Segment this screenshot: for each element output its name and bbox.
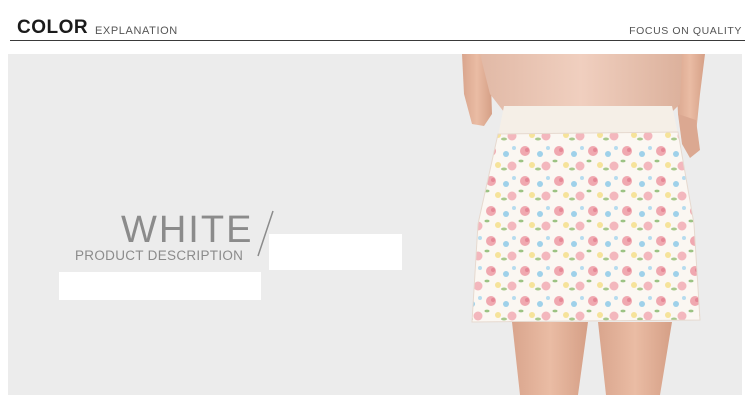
color-panel: WHITE PRODUCT DESCRIPTION	[8, 54, 742, 395]
section-subtitle: EXPLANATION	[95, 25, 178, 37]
blank-text-box	[269, 234, 402, 270]
blank-text-box	[59, 272, 261, 300]
color-name-heading: WHITE	[121, 209, 254, 251]
product-description-label: PRODUCT DESCRIPTION	[75, 248, 244, 263]
section-title: COLOR	[17, 17, 89, 38]
page-header: COLOR EXPLANATION FOCUS ON QUALITY	[0, 0, 750, 46]
model-skirt-photo	[462, 54, 705, 395]
header-tagline: FOCUS ON QUALITY	[629, 25, 742, 37]
header-divider	[10, 40, 745, 41]
